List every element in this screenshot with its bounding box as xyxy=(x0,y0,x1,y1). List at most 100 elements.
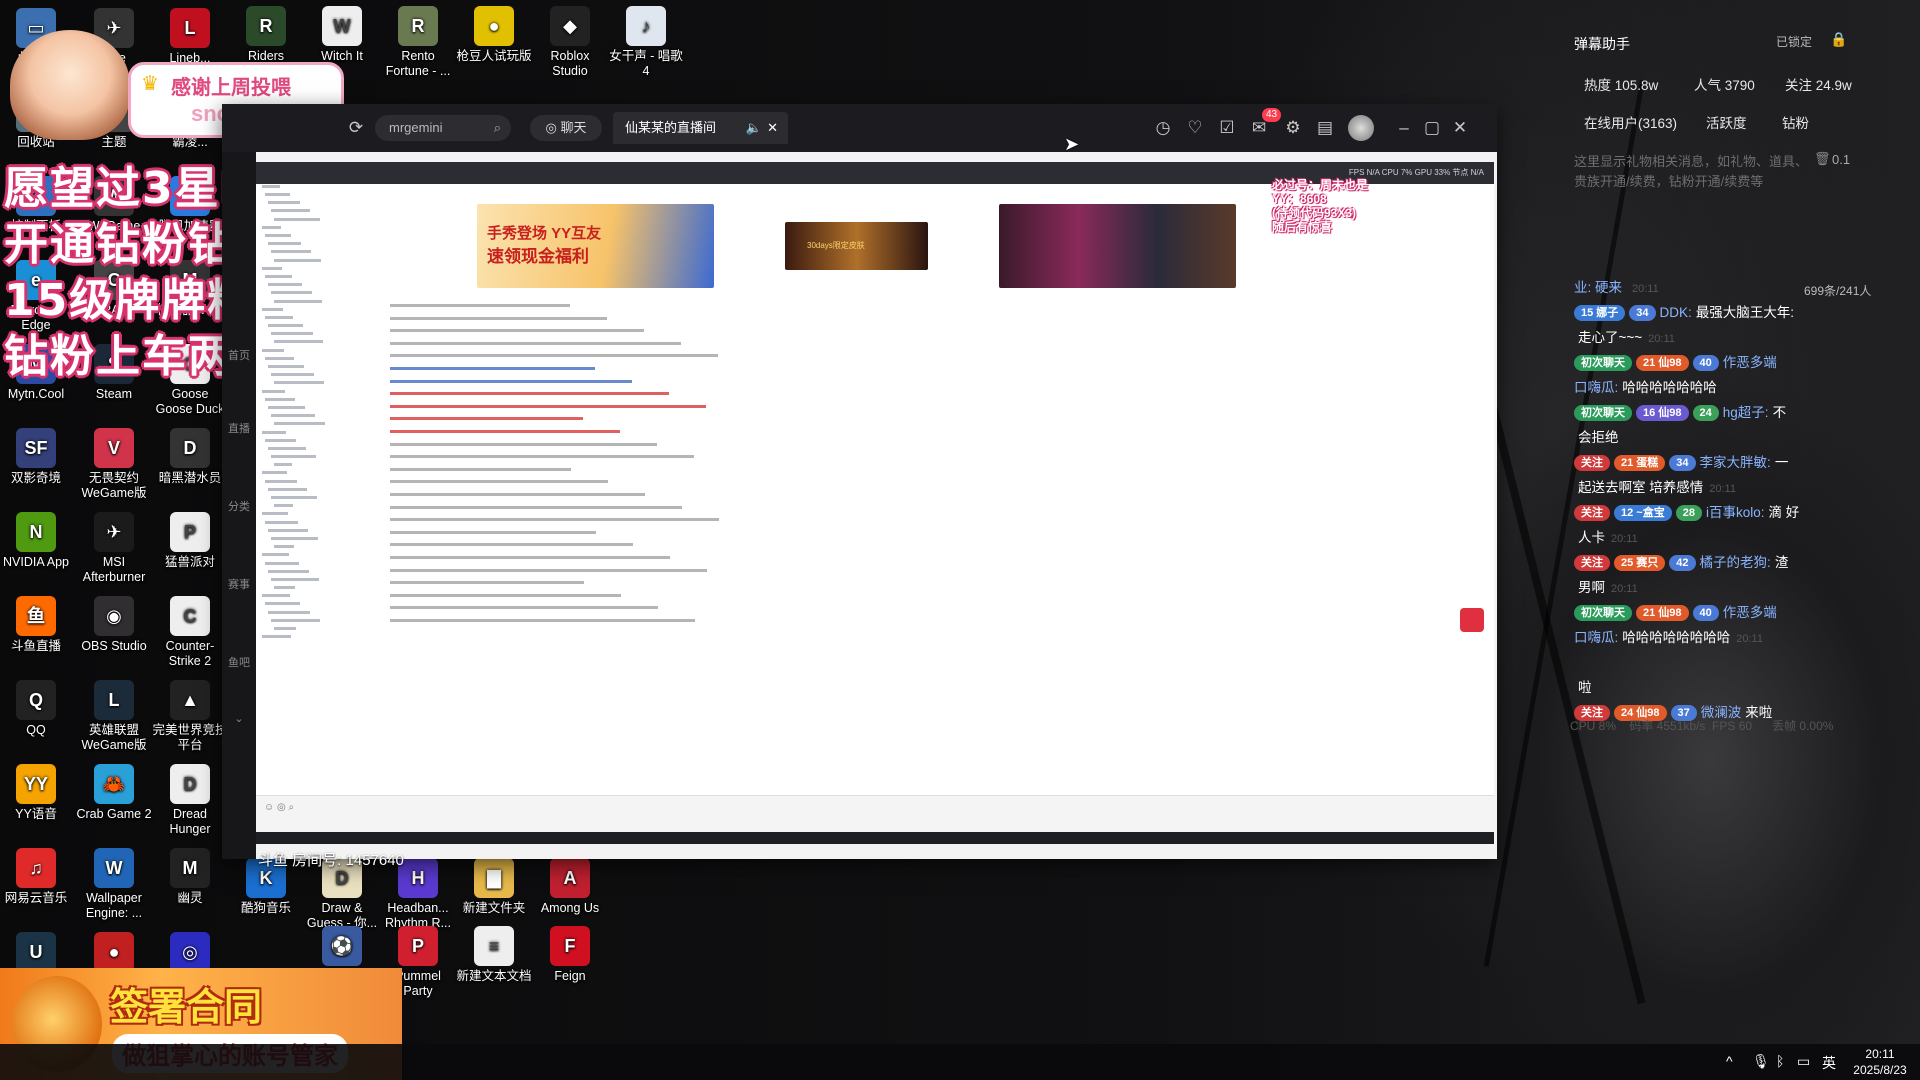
desktop-icon[interactable]: ▲ 完美世界竞技平台 xyxy=(152,680,228,753)
tree-item[interactable] xyxy=(268,610,382,618)
desktop-icon[interactable]: R Riders xyxy=(228,6,304,64)
tray-chevron-icon[interactable]: ^ xyxy=(1726,1053,1733,1069)
tree-item[interactable] xyxy=(265,602,382,610)
chat-button[interactable]: ◎ 聊天 xyxy=(530,115,602,141)
desktop-icon[interactable]: SF 双影奇境 xyxy=(0,428,74,486)
chat-message[interactable]: 口嗨瓜: 哈哈哈哈哈哈哈哈 20:11 xyxy=(1574,628,1763,649)
close-button[interactable]: ✕ xyxy=(1446,114,1474,142)
tab-close-icon[interactable]: ✕ xyxy=(767,112,778,144)
tree-item[interactable] xyxy=(268,528,382,536)
lock-icon[interactable]: 🔒 xyxy=(1830,31,1847,48)
maximize-button[interactable]: ▢ xyxy=(1418,114,1446,142)
tree-item[interactable] xyxy=(265,274,382,282)
tree-item[interactable] xyxy=(268,323,382,331)
rail-item-live[interactable]: 直播 xyxy=(222,420,256,436)
tree-item[interactable] xyxy=(262,307,382,315)
chat-username[interactable]: 作恶多端 xyxy=(1723,355,1777,370)
chat-message[interactable]: 初次聊天 21 仙98 40 作恶多端 xyxy=(1574,353,1787,374)
chat-message[interactable]: 人卡 20:11 xyxy=(1574,528,1638,549)
tree-item[interactable] xyxy=(274,626,382,634)
tree-item[interactable] xyxy=(262,634,382,642)
desktop-icon[interactable]: ◉ OBS Studio xyxy=(76,596,152,654)
tree-item[interactable] xyxy=(274,503,382,511)
desktop-icon[interactable]: F Feign xyxy=(532,926,608,984)
chevron-down-icon[interactable]: ⌄ xyxy=(222,712,256,725)
chat-message[interactable]: 初次聊天 21 仙98 40 作恶多端 xyxy=(1574,603,1787,624)
search-input[interactable]: mrgemini ⌕ xyxy=(375,115,511,141)
desktop-icon[interactable]: ◆ Roblox Studio xyxy=(532,6,608,79)
tree-item[interactable] xyxy=(268,487,382,495)
tree-item[interactable] xyxy=(265,233,382,241)
tree-item[interactable] xyxy=(262,430,382,438)
tree-item[interactable] xyxy=(271,331,382,339)
desktop-icon[interactable]: R Rento Fortune - ... xyxy=(380,6,456,79)
tree-item[interactable] xyxy=(265,356,382,364)
tree-item[interactable] xyxy=(262,512,382,520)
desktop-icon[interactable]: A Among Us xyxy=(532,858,608,916)
refresh-icon[interactable]: ⟳ xyxy=(342,114,370,142)
chat-message[interactable]: 会拒绝 xyxy=(1574,428,1625,449)
clipboard-icon[interactable]: ▤ xyxy=(1311,114,1339,142)
tree-item[interactable] xyxy=(271,495,382,503)
tree-item[interactable] xyxy=(262,266,382,274)
tree-item[interactable] xyxy=(274,462,382,470)
desktop-icon[interactable]: P 猛兽派对 xyxy=(152,512,228,570)
tab-online-users[interactable]: 在线用户(3163) xyxy=(1584,112,1677,132)
tree-item[interactable] xyxy=(271,536,382,544)
chat-message[interactable]: 初次聊天 16 仙98 24 hg超子: 不 xyxy=(1574,403,1792,424)
desktop-icon[interactable]: L 英雄联盟 WeGame版 xyxy=(76,680,152,753)
chat-message[interactable]: 走心了~~~ 20:11 xyxy=(1574,328,1675,349)
speaker-icon[interactable]: 🔈 xyxy=(746,112,762,144)
chat-username[interactable]: 橘子的老狗: xyxy=(1700,555,1771,570)
desktop-icon[interactable]: ♪ 女干声 - 唱歌 4 xyxy=(608,6,684,79)
tree-item[interactable] xyxy=(274,585,382,593)
tree-item[interactable] xyxy=(262,225,382,233)
promo-banner-2[interactable]: 30days限定皮肤 xyxy=(785,222,928,270)
desktop-icon[interactable]: ▇ 新建文件夹 xyxy=(456,858,532,916)
desktop-icon[interactable]: L Lineb... xyxy=(152,8,228,66)
clock[interactable]: 20:11 2025/8/23 xyxy=(1846,1046,1914,1078)
chat-message[interactable]: 业: 硬来 20:11 xyxy=(1574,278,1659,299)
tree-item[interactable] xyxy=(262,348,382,356)
rail-item-home[interactable]: 首页 xyxy=(222,347,256,363)
desktop-icon[interactable]: M 幽灵 xyxy=(152,848,228,906)
tree-item[interactable] xyxy=(265,438,382,446)
tree-item[interactable] xyxy=(274,217,382,225)
favorite-icon[interactable]: ♡ xyxy=(1181,114,1209,142)
chat-username[interactable]: hg超子: xyxy=(1723,405,1769,420)
tree-item[interactable] xyxy=(262,552,382,560)
desktop-icon[interactable]: Q QQ xyxy=(0,680,74,738)
tab-live-room[interactable]: 仙某某的直播间 🔈 ✕ xyxy=(613,112,788,144)
chat-message[interactable]: 口嗨瓜: 哈哈哈哈哈哈哈 xyxy=(1574,378,1723,399)
tab-activity[interactable]: 活跃度 xyxy=(1706,112,1747,132)
tree-item[interactable] xyxy=(268,446,382,454)
chat-message[interactable] xyxy=(1574,653,1584,674)
chat-message[interactable]: 啦 xyxy=(1574,678,1598,699)
tree-item[interactable] xyxy=(271,209,382,217)
tree-item[interactable] xyxy=(271,372,382,380)
tree-item[interactable] xyxy=(265,315,382,323)
red-envelope-icon[interactable] xyxy=(1460,608,1484,632)
desktop-icon[interactable]: W Witch It xyxy=(304,6,380,64)
tree-item[interactable] xyxy=(265,520,382,528)
chat-message[interactable]: 关注 21 蛋糕 34 李家大胖敏: 一 xyxy=(1574,453,1794,474)
chat-message[interactable]: 男啊 20:11 xyxy=(1574,578,1638,599)
chat-username[interactable]: DDK: xyxy=(1660,305,1692,320)
emoji-icon[interactable]: ☺ ◎ ⌕ xyxy=(264,802,294,813)
tree-item[interactable] xyxy=(271,250,382,258)
rail-item-esports[interactable]: 赛事 xyxy=(222,576,256,592)
chat-message[interactable]: 起送去啊室 培养感情 20:11 xyxy=(1574,478,1736,499)
tree-item[interactable] xyxy=(274,381,382,389)
desktop-icon[interactable]: W Wallpaper Engine: ... xyxy=(76,848,152,921)
tree-item[interactable] xyxy=(268,569,382,577)
desktop-icon[interactable]: N NVIDIA App xyxy=(0,512,74,570)
chat-message[interactable]: 关注 12 ~盒宝 28 i百事kolo: 滴 好 xyxy=(1574,503,1805,524)
tree-item[interactable] xyxy=(268,241,382,249)
network-icon[interactable]: ▭ xyxy=(1797,1053,1810,1070)
desktop-icon[interactable]: D Dread Hunger xyxy=(152,764,228,837)
minimize-button[interactable]: – xyxy=(1390,114,1418,142)
chat-username[interactable]: 口嗨瓜: xyxy=(1574,380,1618,395)
tree-item[interactable] xyxy=(271,618,382,626)
desktop-icon[interactable]: V 无畏契约 WeGame版 xyxy=(76,428,152,501)
tree-item[interactable] xyxy=(262,184,382,192)
